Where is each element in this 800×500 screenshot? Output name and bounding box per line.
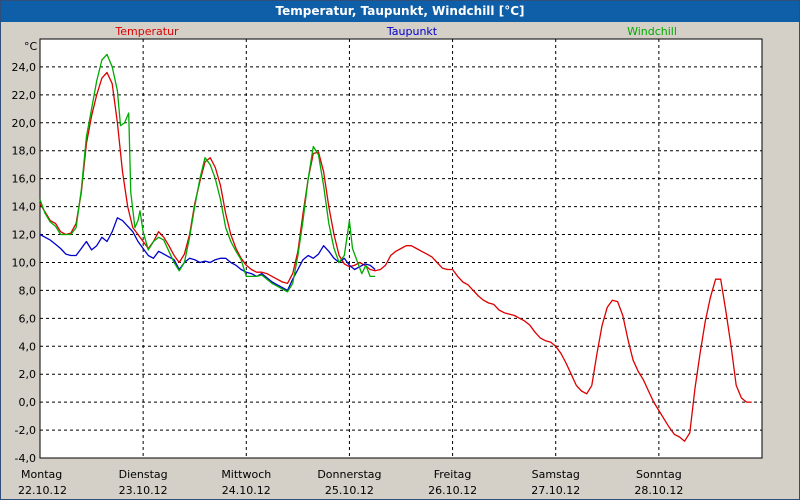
- y-tick-label: 2,0: [19, 368, 37, 381]
- y-tick-label: 12,0: [12, 229, 37, 242]
- x-tick-date: 23.10.12: [119, 484, 168, 497]
- legend-taupunkt: Taupunkt: [386, 25, 438, 38]
- y-tick-label: 20,0: [12, 117, 37, 130]
- x-tick-date: 25.10.12: [325, 484, 374, 497]
- y-tick-label: 22,0: [12, 89, 37, 102]
- y-axis-unit: °C: [24, 40, 38, 53]
- x-tick-date: 28.10.12: [634, 484, 683, 497]
- x-tick-date: 24.10.12: [222, 484, 271, 497]
- y-tick-label: -2,0: [15, 424, 36, 437]
- y-tick-label: 8,0: [19, 284, 37, 297]
- y-tick-label: 16,0: [12, 173, 37, 186]
- x-tick-day: Mittwoch: [221, 468, 271, 481]
- window-title: Temperatur, Taupunkt, Windchill [°C]: [1, 1, 799, 22]
- x-tick-day: Dienstag: [119, 468, 168, 481]
- y-tick-label: 4,0: [19, 340, 37, 353]
- y-tick-label: 0,0: [19, 396, 37, 409]
- x-tick-day: Freitag: [434, 468, 472, 481]
- y-tick-label: 14,0: [12, 201, 37, 214]
- chart: -4,0 -2,0 0,0 2,0 4,0 6,0 8,0 10,0 12,0 14,0 16,0 1…: [12, 25, 763, 497]
- y-tick-label: 10,0: [12, 256, 37, 269]
- legend-temperatur: Temperatur: [114, 25, 179, 38]
- x-tick-date: 26.10.12: [428, 484, 477, 497]
- x-tick-date: 27.10.12: [531, 484, 580, 497]
- x-tick-day: Montag: [21, 468, 62, 481]
- x-tick-date: 22.10.12: [18, 484, 67, 497]
- y-tick-label: 18,0: [12, 145, 37, 158]
- legend-windchill: Windchill: [627, 25, 677, 38]
- y-tick-label: 24,0: [12, 61, 37, 74]
- legend: Temperatur Taupunkt Windchill: [114, 25, 677, 38]
- x-tick-day: Samstag: [532, 468, 580, 481]
- x-tick-day: Donnerstag: [317, 468, 381, 481]
- x-tick-day: Sonntag: [636, 468, 682, 481]
- y-tick-label: -4,0: [15, 452, 36, 465]
- y-tick-label: 6,0: [19, 312, 37, 325]
